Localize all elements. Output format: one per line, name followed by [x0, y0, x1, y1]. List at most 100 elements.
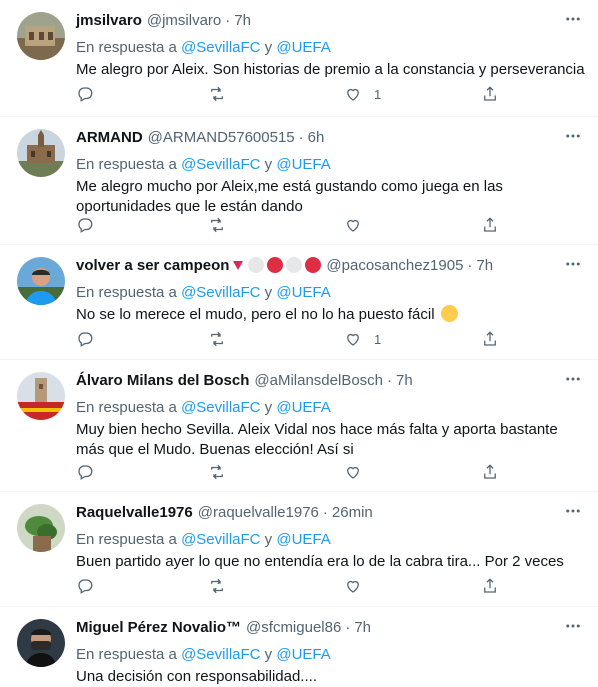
- tweet-actions: [76, 462, 586, 482]
- mention-link[interactable]: @UEFA: [276, 156, 330, 173]
- retweet-button[interactable]: [208, 329, 226, 349]
- user-handle[interactable]: @pacosanchez1905: [326, 257, 463, 274]
- mention-link[interactable]: @SevillaFC: [181, 39, 260, 56]
- plant-photo-avatar: [17, 504, 65, 552]
- retweet-icon: [211, 331, 223, 347]
- share-button[interactable]: [481, 84, 499, 104]
- display-name[interactable]: jmsilvaro: [76, 12, 142, 29]
- like-count: 1: [374, 86, 382, 102]
- more-options-icon[interactable]: [564, 127, 582, 145]
- reply-button[interactable]: [76, 329, 94, 349]
- more-options-icon[interactable]: [564, 370, 582, 388]
- tweet-actions: [76, 215, 586, 235]
- white-circle-icon: [286, 257, 303, 273]
- tweet-text: Muy bien hecho Sevilla. Aleix Vidal nos …: [76, 421, 558, 458]
- tweet[interactable]: Miguel Pérez Novalio™ @sfcmiguel86 · 7h …: [0, 607, 598, 686]
- display-name[interactable]: Álvaro Milans del Bosch: [76, 372, 249, 389]
- avatar[interactable]: [17, 12, 65, 60]
- avatar[interactable]: [17, 129, 65, 177]
- tweet-actions: [76, 576, 586, 596]
- more-options-icon[interactable]: [564, 502, 582, 520]
- retweet-button[interactable]: [208, 462, 226, 482]
- avatar[interactable]: [17, 619, 65, 667]
- mention-link[interactable]: @SevillaFC: [181, 156, 260, 173]
- avatar[interactable]: [17, 257, 65, 305]
- share-button[interactable]: [481, 215, 499, 235]
- timestamp[interactable]: 26min: [332, 504, 373, 521]
- heart-icon: [347, 466, 359, 479]
- retweet-button[interactable]: [208, 84, 226, 104]
- user-handle[interactable]: @sfcmiguel86: [246, 619, 341, 636]
- user-handle[interactable]: @aMilansdelBosch: [254, 372, 383, 389]
- reply-context: En respuesta a @SevillaFC y @UEFA: [76, 284, 331, 301]
- timestamp[interactable]: 7h: [476, 257, 493, 274]
- share-icon: [484, 464, 496, 479]
- display-name[interactable]: Raquelvalle1976: [76, 504, 193, 521]
- tweet[interactable]: ARMAND @ARMAND57600515 · 6h En respuesta…: [0, 117, 598, 245]
- like-button[interactable]: [344, 462, 374, 482]
- reply-context: En respuesta a @SevillaFC y @UEFA: [76, 399, 331, 416]
- reply-button[interactable]: [76, 576, 94, 596]
- tweet-text: No se lo merece el mudo, pero el no lo h…: [76, 305, 586, 325]
- retweet-icon: [211, 464, 223, 480]
- mention-link[interactable]: @UEFA: [276, 39, 330, 56]
- like-button[interactable]: [344, 576, 374, 596]
- heart-icon: [347, 580, 359, 593]
- reply-button[interactable]: [76, 84, 94, 104]
- user-handle[interactable]: @jmsilvaro: [147, 12, 221, 29]
- mention-link[interactable]: @SevillaFC: [181, 284, 260, 301]
- white-circle-icon: [248, 257, 265, 273]
- mention-link[interactable]: @UEFA: [276, 646, 330, 663]
- avatar[interactable]: [17, 504, 65, 552]
- timestamp[interactable]: 7h: [354, 619, 371, 636]
- share-icon: [484, 217, 496, 232]
- separator-dot: ·: [467, 256, 473, 274]
- timestamp[interactable]: 7h: [234, 12, 251, 29]
- heart-icon: [347, 219, 359, 232]
- share-icon: [484, 86, 496, 101]
- reply-icon: [78, 87, 93, 102]
- mention-link[interactable]: @SevillaFC: [181, 646, 260, 663]
- timestamp[interactable]: 6h: [308, 129, 325, 146]
- more-options-icon[interactable]: [564, 10, 582, 28]
- mention-link[interactable]: @UEFA: [276, 399, 330, 416]
- tweet-actions: 1: [76, 84, 586, 104]
- more-options-icon[interactable]: [564, 617, 582, 635]
- retweet-icon: [211, 217, 223, 233]
- retweet-button[interactable]: [208, 215, 226, 235]
- like-button[interactable]: [344, 215, 374, 235]
- mention-link[interactable]: @UEFA: [276, 531, 330, 548]
- red-triangle-icon: [233, 260, 244, 270]
- user-handle[interactable]: @ARMAND57600515: [148, 129, 295, 146]
- share-button[interactable]: [481, 329, 499, 349]
- reply-icon: [78, 218, 93, 233]
- mention-link[interactable]: @SevillaFC: [181, 399, 260, 416]
- user-handle[interactable]: @raquelvalle1976: [198, 504, 319, 521]
- share-icon: [484, 578, 496, 593]
- red-circle-icon: [305, 257, 322, 273]
- heart-icon: [347, 88, 359, 101]
- display-name[interactable]: volver a ser campeon: [76, 257, 229, 274]
- mention-link[interactable]: @SevillaFC: [181, 531, 260, 548]
- share-button[interactable]: [481, 576, 499, 596]
- timestamp[interactable]: 7h: [396, 372, 413, 389]
- separator-dot: ·: [387, 371, 393, 389]
- display-name[interactable]: Miguel Pérez Novalio™: [76, 619, 241, 636]
- tweet[interactable]: volver a ser campeon @pacosanchez1905 · …: [0, 245, 598, 360]
- mention-link[interactable]: @UEFA: [276, 284, 330, 301]
- share-button[interactable]: [481, 462, 499, 482]
- reply-button[interactable]: [76, 215, 94, 235]
- like-button[interactable]: 1: [344, 84, 381, 104]
- avatar[interactable]: [17, 372, 65, 420]
- tweet[interactable]: Álvaro Milans del Bosch @aMilansdelBosch…: [0, 360, 598, 492]
- display-name[interactable]: ARMAND: [76, 129, 143, 146]
- retweet-button[interactable]: [208, 576, 226, 596]
- tweet[interactable]: Raquelvalle1976 @raquelvalle1976 · 26min…: [0, 492, 598, 607]
- more-options-icon[interactable]: [564, 255, 582, 273]
- separator-dot: ·: [225, 11, 231, 29]
- tweet[interactable]: jmsilvaro @jmsilvaro · 7h En respuesta a…: [0, 0, 598, 117]
- tweet-text: Una decisión con responsabilidad....: [76, 668, 317, 685]
- tower-photo-avatar: [17, 372, 65, 420]
- reply-button[interactable]: [76, 462, 94, 482]
- like-button[interactable]: 1: [344, 329, 381, 349]
